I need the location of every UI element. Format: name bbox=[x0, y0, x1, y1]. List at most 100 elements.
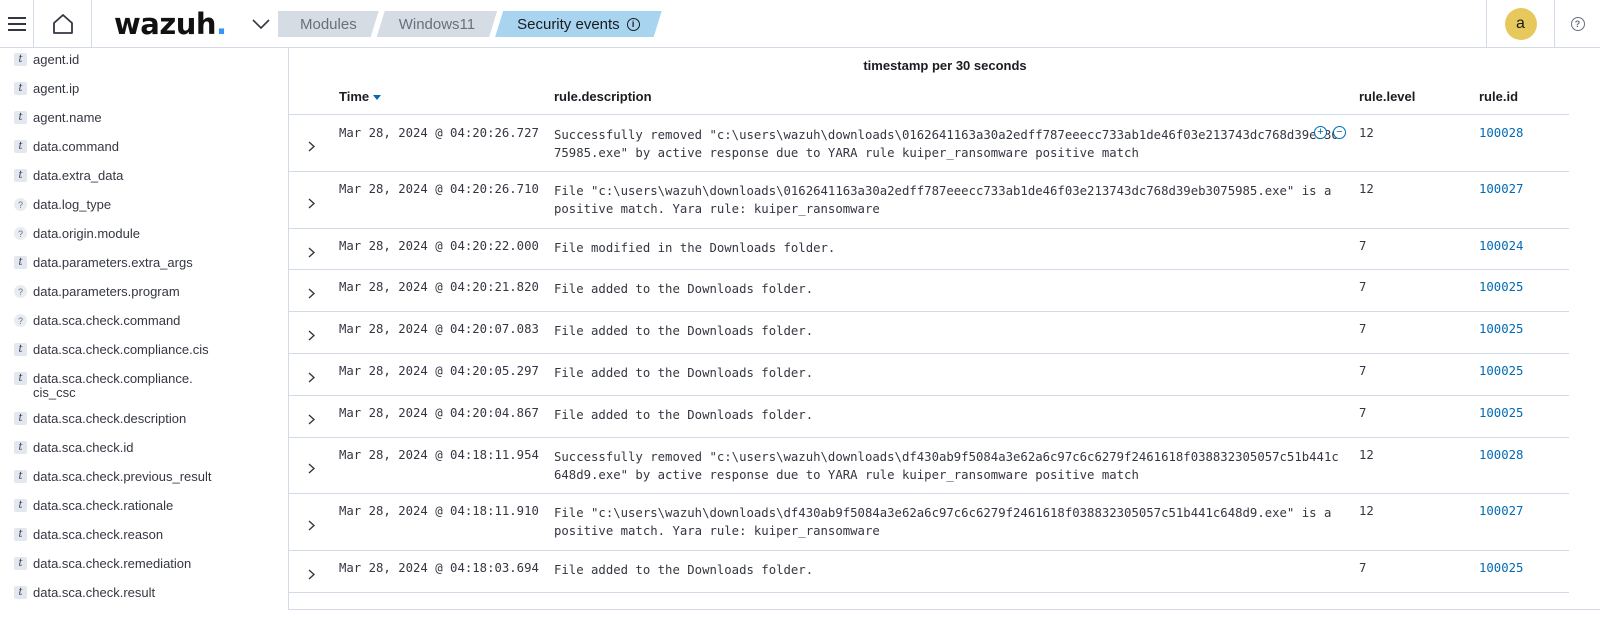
help-icon: ? bbox=[1570, 17, 1585, 31]
field-item[interactable]: t agent.ip bbox=[14, 82, 79, 96]
expand-row-button[interactable] bbox=[305, 568, 317, 580]
description-cell: File modified in the Downloads folder. bbox=[554, 241, 836, 255]
level-cell: 12 bbox=[1359, 126, 1374, 140]
field-name: data.sca.check.result bbox=[33, 585, 156, 600]
field-item[interactable]: t data.parameters.extra_args bbox=[14, 256, 193, 270]
expand-row-button[interactable] bbox=[305, 413, 317, 425]
header-right-area: a ? bbox=[1486, 0, 1600, 48]
cell-actions: + − bbox=[1314, 126, 1346, 139]
column-header-id[interactable]: rule.id bbox=[1479, 89, 1518, 104]
string-type-icon: t bbox=[14, 343, 27, 356]
expand-row-button[interactable] bbox=[305, 140, 317, 152]
wazuh-logo[interactable]: wazuh. bbox=[114, 7, 227, 41]
field-item[interactable]: t data.command bbox=[14, 140, 119, 154]
chevron-right-icon bbox=[308, 140, 315, 152]
rule-id-link[interactable]: 100025 bbox=[1479, 364, 1523, 378]
expand-row-button[interactable] bbox=[305, 462, 317, 474]
field-item[interactable]: t data.extra_data bbox=[14, 169, 123, 183]
rule-id-link[interactable]: 100025 bbox=[1479, 561, 1523, 575]
rule-id-link[interactable]: 100028 bbox=[1479, 448, 1523, 462]
chevron-right-icon bbox=[308, 287, 315, 299]
column-header-level[interactable]: rule.level bbox=[1359, 89, 1415, 104]
time-cell: Mar 28, 2024 @ 04:20:05.297 bbox=[339, 364, 539, 378]
level-cell: 7 bbox=[1359, 239, 1367, 253]
info-icon[interactable]: i bbox=[627, 18, 640, 31]
field-name: data.sca.check.remediation bbox=[33, 556, 192, 571]
string-type-icon: t bbox=[14, 372, 27, 385]
app-switcher-button[interactable] bbox=[247, 0, 275, 48]
field-item[interactable]: t data.sca.check.remediation bbox=[14, 557, 191, 571]
events-panel: timestamp per 30 seconds Time rule.descr… bbox=[288, 48, 1600, 610]
help-button[interactable]: ? bbox=[1554, 0, 1600, 48]
breadcrumb-security-events[interactable]: Security events i bbox=[495, 11, 662, 37]
field-item[interactable]: ? data.sca.check.command bbox=[14, 314, 180, 328]
rule-id-link[interactable]: 100025 bbox=[1479, 322, 1523, 336]
time-cell: Mar 28, 2024 @ 04:18:11.954 bbox=[339, 448, 539, 462]
chevron-right-icon bbox=[308, 413, 315, 425]
column-header-description[interactable]: rule.description bbox=[554, 89, 652, 104]
field-item[interactable]: ? data.origin.module bbox=[14, 227, 140, 241]
home-icon bbox=[52, 13, 73, 34]
field-item[interactable]: t data.sca.check.description bbox=[14, 412, 186, 426]
field-name: data.log_type bbox=[33, 197, 112, 212]
field-item[interactable]: t data.sca.check.rationale bbox=[14, 499, 173, 513]
expand-row-button[interactable] bbox=[305, 197, 317, 209]
rule-id-link[interactable]: 100025 bbox=[1479, 406, 1523, 420]
field-item[interactable]: t data.sca.check.result bbox=[14, 586, 155, 600]
level-cell: 7 bbox=[1359, 561, 1367, 575]
unknown-type-icon: ? bbox=[14, 314, 27, 327]
menu-icon bbox=[7, 16, 26, 31]
field-item[interactable]: t data.sca.check.reason bbox=[14, 528, 163, 542]
sort-desc-icon[interactable] bbox=[373, 95, 382, 101]
user-menu[interactable]: a bbox=[1486, 0, 1554, 48]
unknown-type-icon: ? bbox=[14, 285, 27, 298]
expand-row-button[interactable] bbox=[305, 371, 317, 383]
field-name: data.origin.module bbox=[33, 226, 140, 241]
field-name: data.command bbox=[33, 139, 119, 154]
table-row: Mar 28, 2024 @ 04:20:07.083 File added to… bbox=[289, 312, 1569, 354]
rule-id-link[interactable]: 100027 bbox=[1479, 504, 1523, 518]
field-item[interactable]: ? data.parameters.program bbox=[14, 285, 180, 299]
field-item[interactable]: t data.sca.check.compliance.cis bbox=[14, 343, 209, 357]
table-header: Time rule.description rule.level rule.id bbox=[289, 78, 1569, 115]
field-item[interactable]: t data.sca.check.compliance. cis_csc bbox=[14, 372, 193, 400]
field-name: data.sca.check.compliance. cis_csc bbox=[33, 371, 193, 400]
string-type-icon: t bbox=[14, 140, 27, 153]
table-row: Mar 28, 2024 @ 04:20:04.867 File added to… bbox=[289, 396, 1569, 438]
breadcrumb-label: Modules bbox=[300, 15, 357, 33]
description-cell: File added to the Downloads folder. bbox=[554, 408, 814, 422]
field-item[interactable]: t agent.id bbox=[14, 53, 79, 67]
level-cell: 7 bbox=[1359, 406, 1367, 420]
column-header-time[interactable]: Time bbox=[339, 89, 382, 104]
home-button[interactable] bbox=[34, 0, 92, 48]
field-item[interactable]: ? data.log_type bbox=[14, 198, 111, 212]
field-name: agent.name bbox=[33, 110, 102, 125]
expand-row-button[interactable] bbox=[305, 287, 317, 299]
expand-row-button[interactable] bbox=[305, 246, 317, 258]
field-name: data.sca.check.description bbox=[33, 411, 187, 426]
menu-button[interactable] bbox=[0, 0, 34, 48]
field-name: data.parameters.extra_args bbox=[33, 255, 193, 270]
string-type-icon: t bbox=[14, 412, 27, 425]
filter-out-icon[interactable]: − bbox=[1333, 126, 1346, 139]
avatar: a bbox=[1504, 8, 1537, 40]
rule-id-link[interactable]: 100025 bbox=[1479, 280, 1523, 294]
description-cell: File added to the Downloads folder. bbox=[554, 563, 814, 577]
breadcrumb-modules[interactable]: Modules bbox=[278, 11, 379, 37]
field-item[interactable]: t agent.name bbox=[14, 111, 102, 125]
level-cell: 12 bbox=[1359, 448, 1374, 462]
chevron-right-icon bbox=[308, 246, 315, 258]
rule-id-link[interactable]: 100027 bbox=[1479, 182, 1523, 196]
breadcrumb-windows11[interactable]: Windows11 bbox=[377, 11, 497, 37]
field-item[interactable]: t data.sca.check.id bbox=[14, 441, 133, 455]
expand-row-button[interactable] bbox=[305, 329, 317, 341]
string-type-icon: t bbox=[14, 557, 27, 570]
field-name: data.sca.check.id bbox=[33, 440, 134, 455]
expand-row-button[interactable] bbox=[305, 519, 317, 531]
field-item[interactable]: t data.sca.check.previous_result bbox=[14, 470, 211, 484]
description-cell: Successfully removed "c:\users\wazuh\dow… bbox=[554, 128, 1339, 160]
rule-id-link[interactable]: 100024 bbox=[1479, 239, 1523, 253]
filter-in-icon[interactable]: + bbox=[1314, 126, 1327, 139]
table-row: Mar 28, 2024 @ 04:20:05.297 File added to… bbox=[289, 354, 1569, 396]
rule-id-link[interactable]: 100028 bbox=[1479, 126, 1523, 140]
